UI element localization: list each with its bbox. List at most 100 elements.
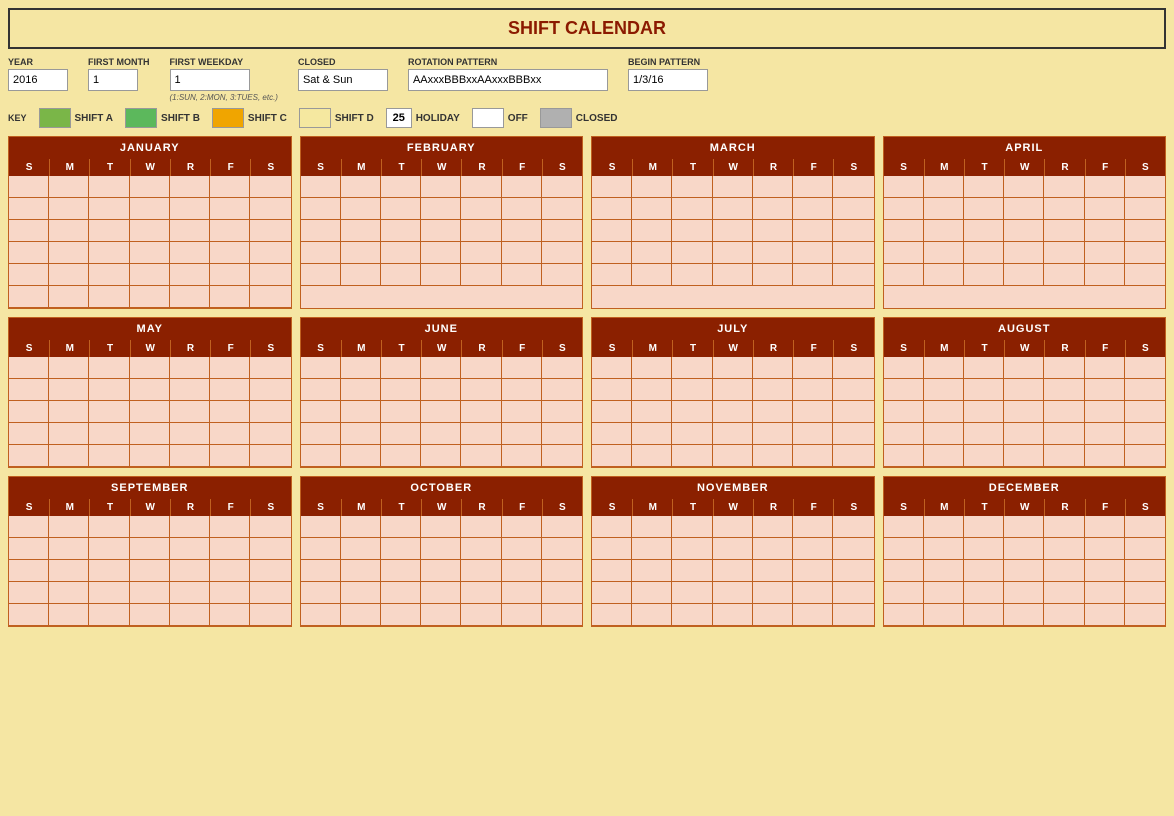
day-cell[interactable] — [924, 604, 964, 626]
day-cell[interactable] — [964, 357, 1004, 379]
day-cell[interactable] — [170, 538, 210, 560]
day-cell[interactable] — [1085, 220, 1125, 242]
day-cell[interactable] — [89, 538, 129, 560]
day-cell[interactable] — [1125, 176, 1165, 198]
day-cell[interactable] — [833, 401, 873, 423]
day-cell[interactable] — [964, 242, 1004, 264]
day-cell[interactable] — [9, 445, 49, 467]
day-cell[interactable] — [1125, 560, 1165, 582]
day-cell[interactable] — [542, 423, 582, 445]
day-cell[interactable] — [421, 357, 461, 379]
day-cell[interactable] — [381, 445, 421, 467]
day-cell[interactable] — [793, 538, 833, 560]
day-cell[interactable] — [833, 516, 873, 538]
day-cell[interactable] — [421, 379, 461, 401]
day-cell[interactable] — [1004, 423, 1044, 445]
day-cell[interactable] — [833, 445, 873, 467]
day-cell[interactable] — [753, 560, 793, 582]
day-cell[interactable] — [89, 357, 129, 379]
day-cell[interactable] — [421, 401, 461, 423]
day-cell[interactable] — [542, 538, 582, 560]
day-cell[interactable] — [210, 242, 250, 264]
day-cell[interactable] — [713, 516, 753, 538]
day-cell[interactable] — [502, 516, 542, 538]
day-cell[interactable] — [170, 264, 210, 286]
day-cell[interactable] — [502, 242, 542, 264]
day-cell[interactable] — [49, 582, 89, 604]
day-cell[interactable] — [49, 604, 89, 626]
day-cell[interactable] — [713, 264, 753, 286]
day-cell[interactable] — [421, 582, 461, 604]
day-cell[interactable] — [713, 242, 753, 264]
day-cell[interactable] — [713, 357, 753, 379]
day-cell[interactable] — [542, 582, 582, 604]
day-cell[interactable] — [421, 242, 461, 264]
day-cell[interactable] — [49, 242, 89, 264]
day-cell[interactable] — [250, 242, 290, 264]
day-cell[interactable] — [632, 445, 672, 467]
day-cell[interactable] — [1004, 604, 1044, 626]
day-cell[interactable] — [170, 220, 210, 242]
day-cell[interactable] — [884, 198, 924, 220]
day-cell[interactable] — [713, 423, 753, 445]
day-cell[interactable] — [341, 357, 381, 379]
day-cell[interactable] — [502, 198, 542, 220]
day-cell[interactable] — [833, 582, 873, 604]
day-cell[interactable] — [592, 516, 632, 538]
day-cell[interactable] — [421, 445, 461, 467]
day-cell[interactable] — [461, 357, 501, 379]
day-cell[interactable] — [502, 220, 542, 242]
day-cell[interactable] — [542, 401, 582, 423]
day-cell[interactable] — [250, 423, 290, 445]
day-cell[interactable] — [793, 357, 833, 379]
day-cell[interactable] — [632, 401, 672, 423]
day-cell[interactable] — [210, 264, 250, 286]
day-cell[interactable] — [833, 264, 873, 286]
day-cell[interactable] — [250, 401, 290, 423]
day-cell[interactable] — [1085, 264, 1125, 286]
day-cell[interactable] — [9, 604, 49, 626]
day-cell[interactable] — [502, 423, 542, 445]
day-cell[interactable] — [421, 604, 461, 626]
day-cell[interactable] — [884, 176, 924, 198]
day-cell[interactable] — [170, 286, 210, 308]
day-cell[interactable] — [1125, 357, 1165, 379]
day-cell[interactable] — [713, 445, 753, 467]
day-cell[interactable] — [130, 176, 170, 198]
day-cell[interactable] — [461, 538, 501, 560]
day-cell[interactable] — [884, 516, 924, 538]
day-cell[interactable] — [421, 516, 461, 538]
day-cell[interactable] — [1125, 401, 1165, 423]
day-cell[interactable] — [301, 538, 341, 560]
day-cell[interactable] — [1004, 582, 1044, 604]
day-cell[interactable] — [964, 538, 1004, 560]
day-cell[interactable] — [793, 198, 833, 220]
day-cell[interactable] — [924, 423, 964, 445]
day-cell[interactable] — [210, 538, 250, 560]
day-cell[interactable] — [833, 357, 873, 379]
rotation-input[interactable] — [408, 69, 608, 91]
day-cell[interactable] — [301, 242, 341, 264]
day-cell[interactable] — [1044, 198, 1084, 220]
day-cell[interactable] — [381, 176, 421, 198]
day-cell[interactable] — [9, 198, 49, 220]
day-cell[interactable] — [341, 582, 381, 604]
day-cell[interactable] — [1125, 604, 1165, 626]
day-cell[interactable] — [341, 242, 381, 264]
day-cell[interactable] — [1125, 242, 1165, 264]
day-cell[interactable] — [170, 423, 210, 445]
day-cell[interactable] — [502, 176, 542, 198]
day-cell[interactable] — [1085, 538, 1125, 560]
day-cell[interactable] — [461, 242, 501, 264]
day-cell[interactable] — [130, 379, 170, 401]
day-cell[interactable] — [672, 445, 712, 467]
day-cell[interactable] — [49, 220, 89, 242]
day-cell[interactable] — [884, 423, 924, 445]
day-cell[interactable] — [130, 220, 170, 242]
day-cell[interactable] — [341, 264, 381, 286]
day-cell[interactable] — [713, 582, 753, 604]
day-cell[interactable] — [924, 560, 964, 582]
day-cell[interactable] — [341, 401, 381, 423]
day-cell[interactable] — [301, 357, 341, 379]
day-cell[interactable] — [49, 357, 89, 379]
